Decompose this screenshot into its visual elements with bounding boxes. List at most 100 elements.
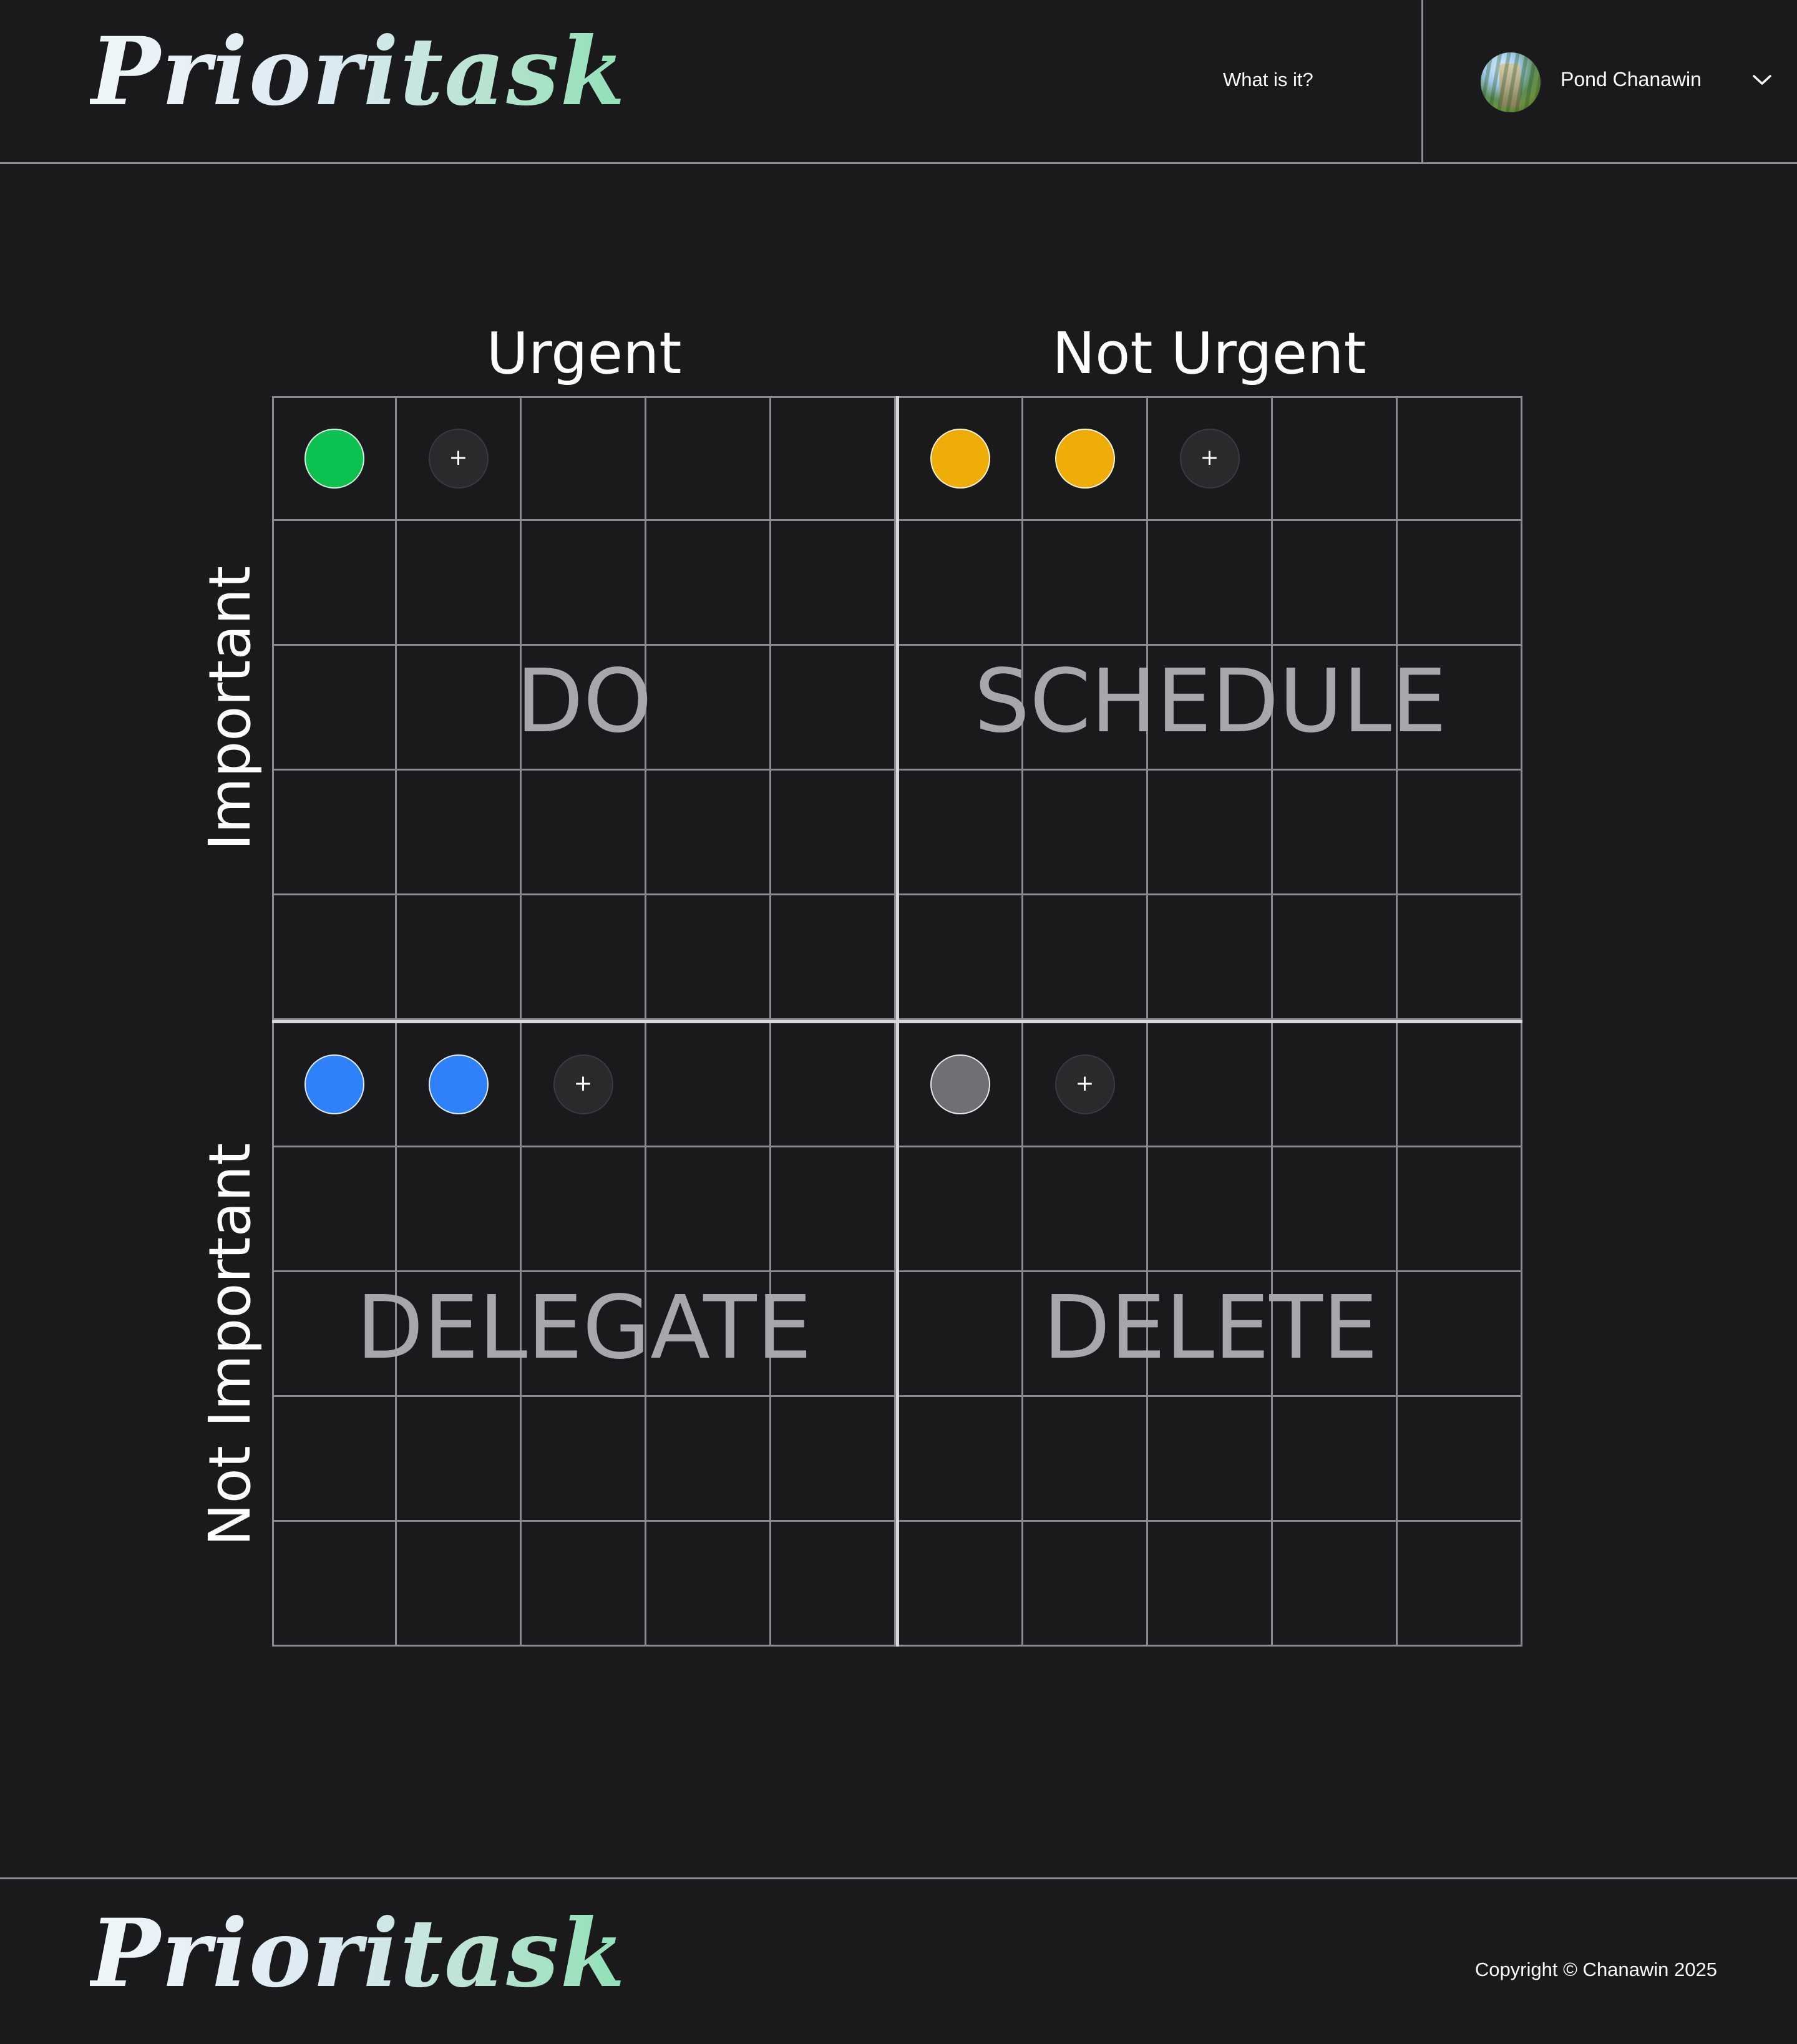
task-dot-schedule[interactable] [930, 429, 990, 489]
grid-cell [272, 396, 397, 521]
task-dot-do[interactable] [304, 429, 364, 489]
grid-cell [272, 895, 397, 1020]
task-dot-schedule[interactable] [1054, 429, 1115, 489]
column-label-urgent: Urgent [486, 320, 682, 387]
eisenhower-matrix: + DO + SCHEDULE + DELEGATE + DELETE [272, 396, 1522, 1647]
grid-cell [397, 1272, 522, 1397]
add-task-button-schedule[interactable]: + [1179, 429, 1240, 489]
grid-cell [1273, 1522, 1398, 1647]
grid-cell [771, 1397, 896, 1522]
grid-cell [1023, 895, 1148, 1020]
grid-cell [272, 1522, 397, 1647]
grid-cell [397, 1023, 522, 1147]
grid-cell [646, 646, 771, 771]
grid-cell [522, 646, 646, 771]
grid-cell [1148, 1397, 1273, 1522]
header: Prioritask What is it? Pond Chanawin [0, 0, 1797, 164]
grid-cell [397, 521, 522, 646]
grid-cell [272, 646, 397, 771]
grid-cell [522, 1147, 646, 1272]
grid-cell [1023, 396, 1148, 521]
grid-cell [397, 646, 522, 771]
chevron-down-icon[interactable] [1751, 72, 1773, 87]
grid-cell [771, 396, 896, 521]
grid-cell [898, 1147, 1023, 1272]
grid-cell [646, 895, 771, 1020]
horizontal-divider [272, 1020, 1522, 1023]
grid-cell [1023, 646, 1148, 771]
grid-cell [397, 1147, 522, 1272]
header-logo[interactable]: Prioritask [90, 25, 626, 119]
grid-cell [1273, 521, 1398, 646]
grid-cell [898, 1397, 1023, 1522]
user-name: Pond Chanawin [1561, 68, 1702, 90]
add-task-button-do[interactable]: + [428, 429, 489, 489]
grid-cell [522, 1522, 646, 1647]
grid-cell [272, 521, 397, 646]
user-menu[interactable]: Pond Chanawin [1423, 0, 1797, 162]
grid-cell [771, 895, 896, 1020]
footer-logo[interactable]: Prioritask [90, 1907, 626, 2000]
add-task-button-delegate[interactable]: + [553, 1054, 613, 1114]
grid-cell [1273, 895, 1398, 1020]
grid-cell [898, 396, 1023, 521]
grid-cell [646, 396, 771, 521]
grid-cell [1398, 771, 1522, 895]
grid-cell [397, 895, 522, 1020]
grid-cell [522, 895, 646, 1020]
grid-cell [771, 521, 896, 646]
row-label-important: Important [197, 565, 263, 851]
grid-cell [1273, 1397, 1398, 1522]
grid-cell [646, 1272, 771, 1397]
grid-cell [1398, 1397, 1522, 1522]
grid-cell [272, 771, 397, 895]
grid-cell [1023, 771, 1148, 895]
task-dot-delegate[interactable] [304, 1054, 364, 1114]
grid-cell [272, 1023, 397, 1147]
grid-cell [522, 771, 646, 895]
grid-cell [646, 521, 771, 646]
grid-cell: + [397, 396, 522, 521]
grid-cell [1148, 895, 1273, 1020]
grid-cell [1273, 771, 1398, 895]
grid-cell [898, 646, 1023, 771]
grid-cell [898, 521, 1023, 646]
grid-cell [1398, 1147, 1522, 1272]
grid-cell [272, 1272, 397, 1397]
grid-cell [1023, 1272, 1148, 1397]
grid-cell [898, 771, 1023, 895]
grid-cell [1398, 1023, 1522, 1147]
grid-cell [397, 771, 522, 895]
grid-cell: + [1023, 1023, 1148, 1147]
grid-cell [771, 646, 896, 771]
task-dot-delegate[interactable] [428, 1054, 489, 1114]
grid-cell [1023, 1522, 1148, 1647]
quadrant-do: + DO [272, 396, 896, 1020]
what-is-it-link[interactable]: What is it? [1223, 69, 1313, 91]
grid-cell [771, 1272, 896, 1397]
grid-cell [1273, 1023, 1398, 1147]
grid-cell [397, 1522, 522, 1647]
grid-cell [1023, 1397, 1148, 1522]
grid-cell [1273, 646, 1398, 771]
grid-cell [1148, 646, 1273, 771]
grid-cell [646, 1023, 771, 1147]
quadrant-delete: + DELETE [898, 1023, 1522, 1647]
quadrant-schedule: + SCHEDULE [898, 396, 1522, 1020]
grid-cell [1398, 646, 1522, 771]
task-dot-delete[interactable] [930, 1054, 990, 1114]
grid-cell [771, 1023, 896, 1147]
grid-cell [1398, 1522, 1522, 1647]
grid-cell [272, 1397, 397, 1522]
grid-cell: + [1148, 396, 1273, 521]
grid-cell [1398, 1272, 1522, 1397]
add-task-button-delete[interactable]: + [1054, 1054, 1115, 1114]
grid-cell [1148, 1147, 1273, 1272]
grid-cell [646, 1147, 771, 1272]
grid-cell [1398, 895, 1522, 1020]
grid-cell [898, 1522, 1023, 1647]
grid-cell [1273, 1147, 1398, 1272]
grid-cell [1398, 396, 1522, 521]
grid-cell [771, 771, 896, 895]
grid-cell [1023, 1147, 1148, 1272]
